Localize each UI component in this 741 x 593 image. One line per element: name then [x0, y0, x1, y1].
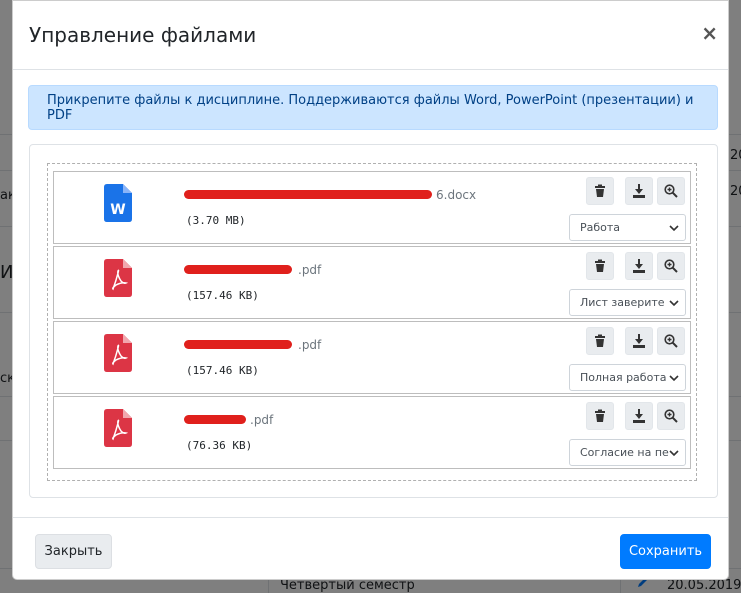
download-icon [633, 259, 645, 273]
delete-button[interactable] [586, 402, 614, 430]
trash-icon [595, 409, 605, 422]
pdf-file-icon [104, 259, 132, 297]
word-file-icon: W [104, 184, 132, 222]
trash-icon [595, 184, 605, 197]
select-value: Полная работа [580, 371, 667, 384]
document-type-select[interactable]: Лист заверите [569, 289, 686, 316]
redaction-mark [184, 265, 292, 274]
file-row: W 6.docx (3.70 MB) Работа [53, 171, 691, 244]
download-button[interactable] [625, 402, 653, 430]
delete-button[interactable] [586, 177, 614, 205]
chevron-down-icon [669, 300, 679, 307]
zoom-in-icon [664, 334, 678, 348]
file-name[interactable]: .pdf [298, 338, 321, 352]
files-card: W 6.docx (3.70 MB) Работа .pdf (157.46 K… [29, 144, 718, 498]
trash-icon [595, 334, 605, 347]
file-row: .pdf (76.36 KB) Согласие на пе [53, 396, 691, 469]
close-button[interactable]: Закрыть [35, 534, 112, 569]
preview-button[interactable] [657, 252, 685, 280]
preview-button[interactable] [657, 177, 685, 205]
download-button[interactable] [625, 327, 653, 355]
download-icon [633, 334, 645, 348]
file-name[interactable]: .pdf [298, 263, 321, 277]
file-row: .pdf (157.46 KB) Полная работа [53, 321, 691, 394]
close-icon[interactable]: × [701, 23, 718, 43]
modal-header: Управление файлами [13, 1, 728, 70]
pdf-file-icon [104, 334, 132, 372]
redaction-mark [184, 415, 246, 424]
modal-footer: Закрыть Сохранить [13, 517, 728, 580]
info-alert: Прикрепите файлы к дисциплине. Поддержив… [28, 85, 718, 130]
zoom-in-icon [664, 184, 678, 198]
file-size: (3.70 MB) [186, 214, 246, 227]
file-size: (157.46 KB) [186, 364, 259, 377]
zoom-in-icon [664, 259, 678, 273]
file-size: (157.46 KB) [186, 289, 259, 302]
file-name[interactable]: 6.docx [436, 188, 476, 202]
document-type-select[interactable]: Работа [569, 214, 686, 241]
select-value: Работа [580, 221, 621, 234]
modal-title: Управление файлами [29, 23, 257, 47]
file-row: .pdf (157.46 KB) Лист заверите [53, 246, 691, 319]
document-type-select[interactable]: Полная работа [569, 364, 686, 391]
svg-text:W: W [110, 202, 125, 218]
file-size: (76.36 KB) [186, 439, 253, 452]
select-value: Согласие на пе [580, 446, 669, 459]
file-manager-modal: Управление файлами × Прикрепите файлы к … [12, 0, 729, 580]
redaction-mark [184, 340, 292, 349]
delete-button[interactable] [586, 252, 614, 280]
zoom-in-icon [664, 409, 678, 423]
redaction-mark [184, 190, 432, 199]
download-icon [633, 409, 645, 423]
trash-icon [595, 259, 605, 272]
download-button[interactable] [625, 177, 653, 205]
preview-button[interactable] [657, 327, 685, 355]
preview-button[interactable] [657, 402, 685, 430]
chevron-down-icon [669, 450, 679, 457]
download-icon [633, 184, 645, 198]
document-type-select[interactable]: Согласие на пе [569, 439, 686, 466]
file-dropzone[interactable]: W 6.docx (3.70 MB) Работа .pdf (157.46 K… [47, 163, 697, 481]
file-name[interactable]: .pdf [250, 413, 273, 427]
chevron-down-icon [669, 375, 679, 382]
pdf-file-icon [104, 409, 132, 447]
select-value: Лист заверите [580, 296, 665, 309]
download-button[interactable] [625, 252, 653, 280]
delete-button[interactable] [586, 327, 614, 355]
chevron-down-icon [669, 225, 679, 232]
save-button[interactable]: Сохранить [620, 534, 711, 569]
